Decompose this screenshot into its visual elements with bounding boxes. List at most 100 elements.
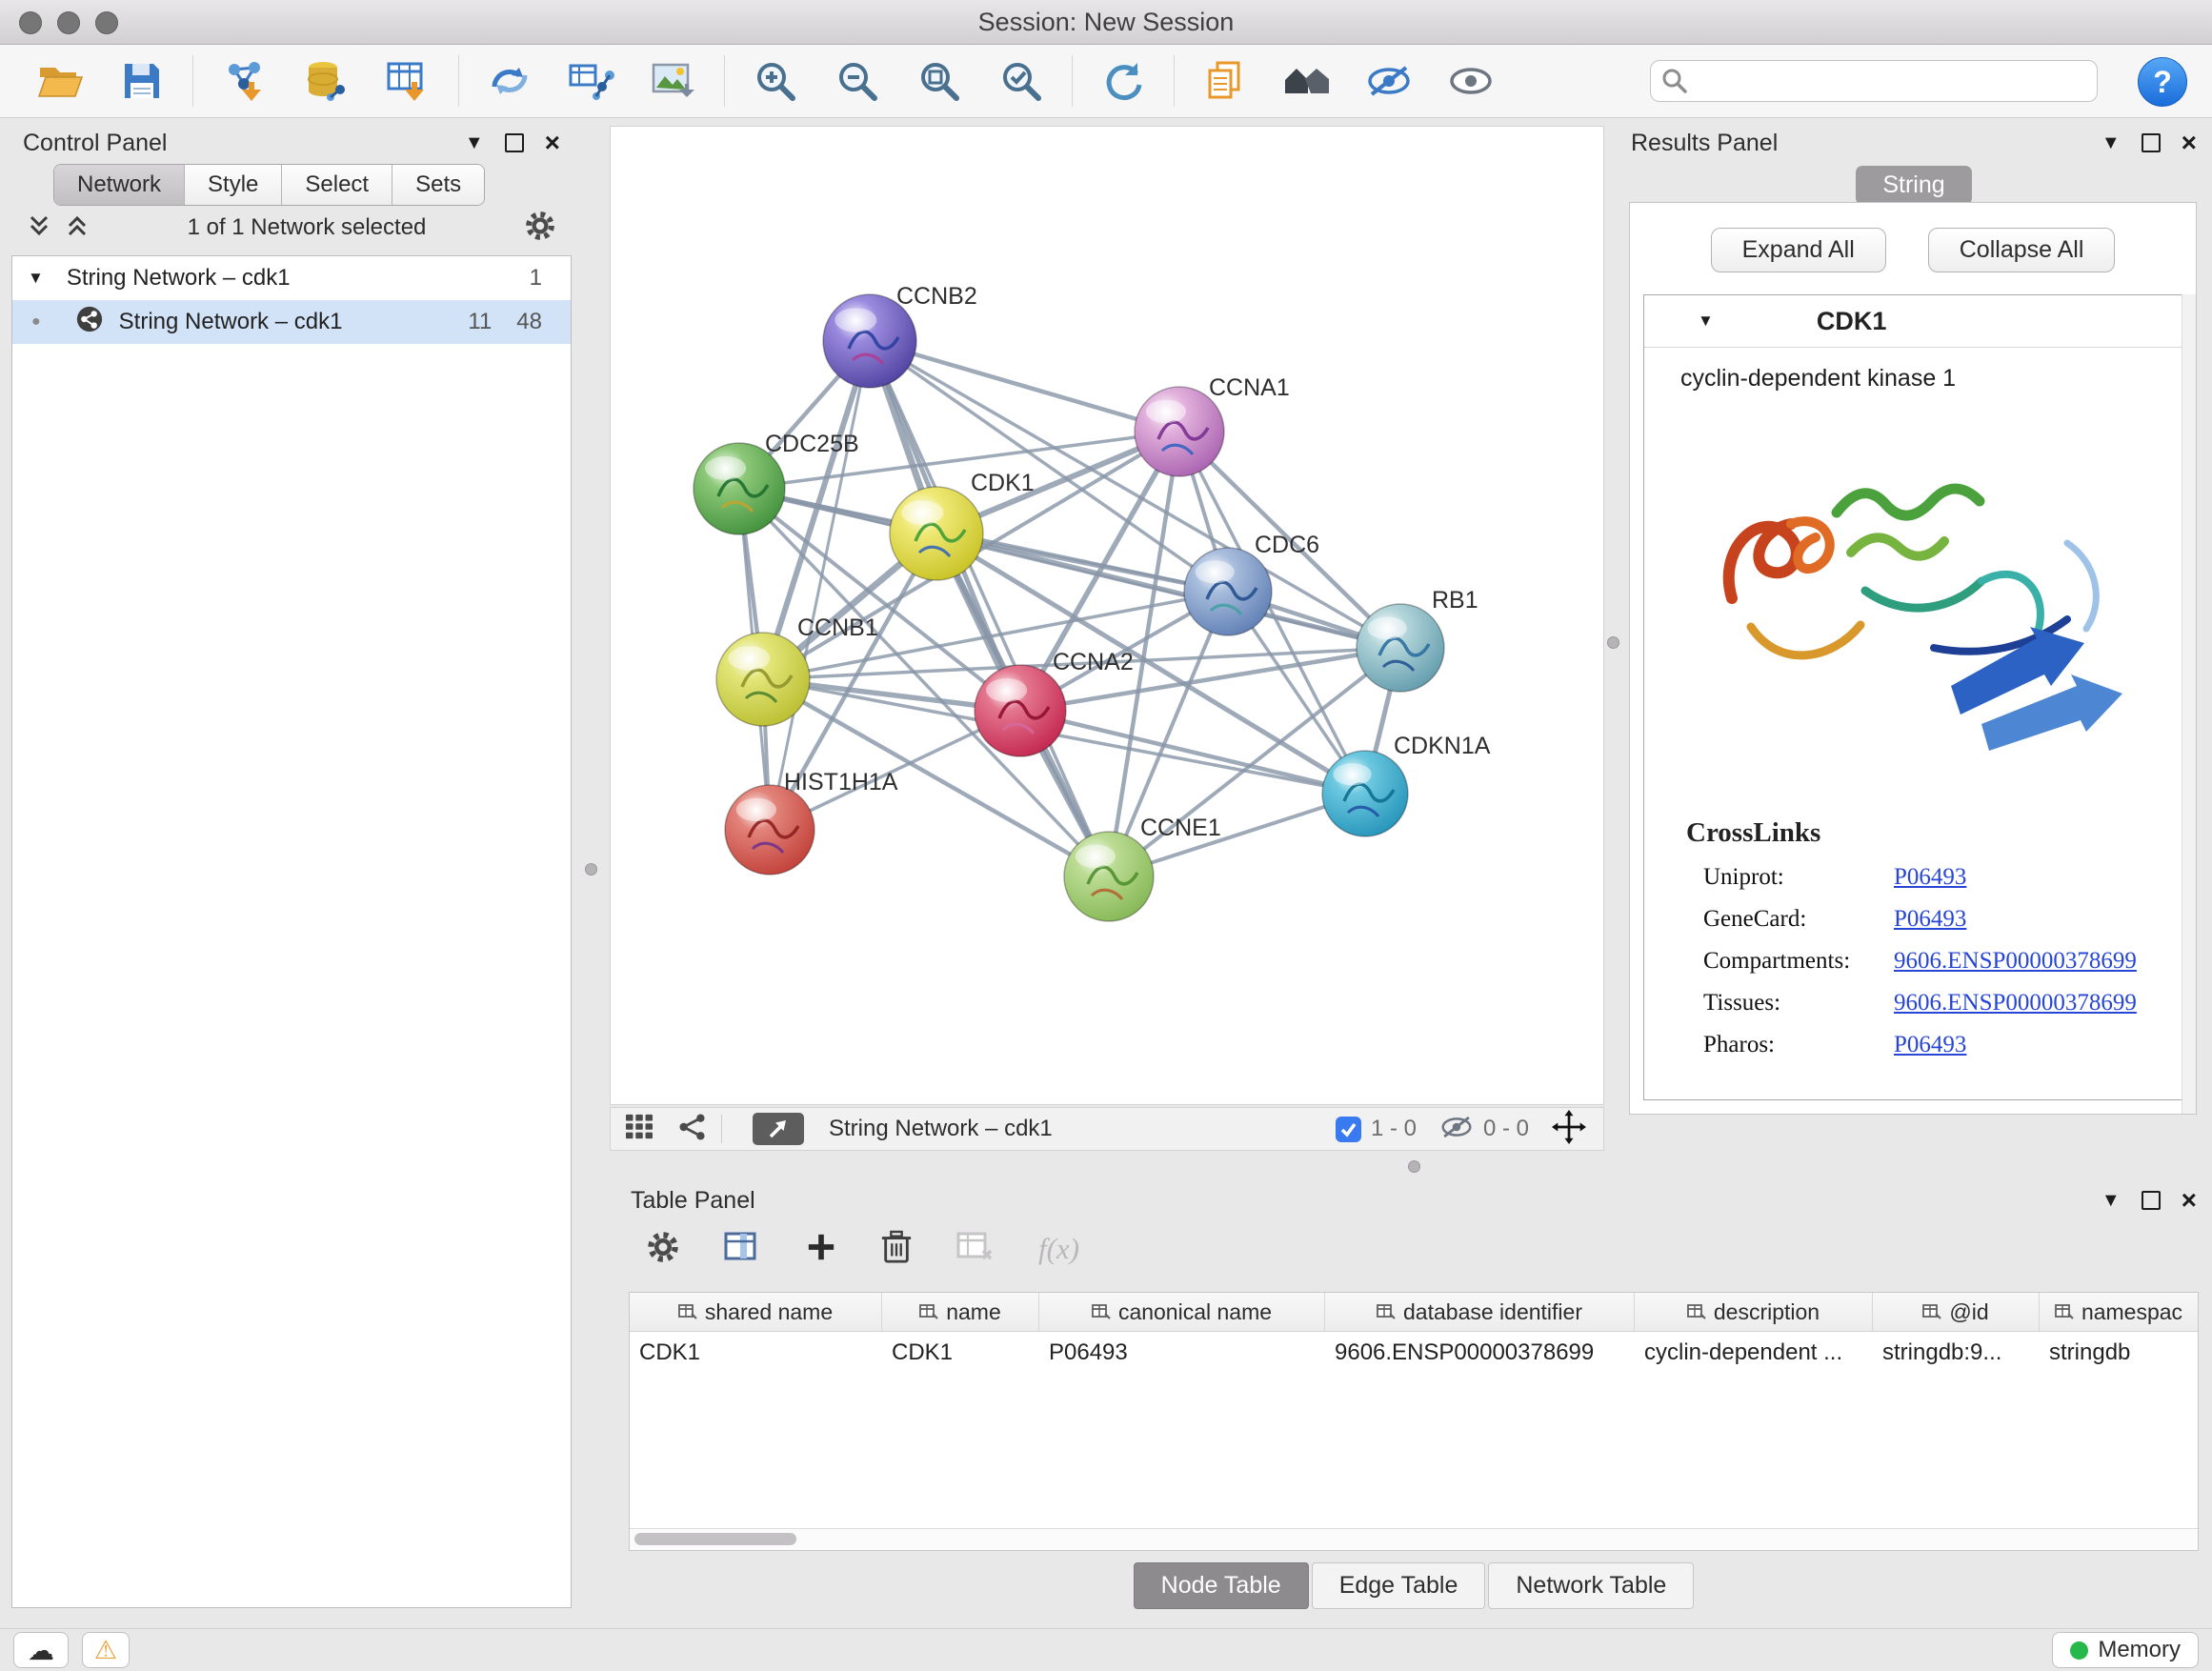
panel-float-icon[interactable] [2142, 133, 2161, 152]
pan-crosshair-icon[interactable] [1552, 1110, 1586, 1149]
vertical-scrollbar[interactable] [2182, 294, 2196, 1114]
show-column-icon[interactable] [724, 1230, 762, 1269]
tab-string[interactable]: String [1856, 166, 1971, 205]
splitter-handle[interactable] [1607, 636, 1619, 649]
crosslink-link[interactable]: P06493 [1894, 906, 1966, 933]
first-neighbors-button[interactable] [1266, 50, 1348, 111]
splitter-handle[interactable] [585, 863, 597, 876]
new-network-from-selection-button[interactable] [551, 50, 633, 111]
network-node[interactable] [1184, 548, 1272, 635]
gene-card-header[interactable]: ▼ CDK1 [1644, 295, 2182, 348]
network-edge[interactable] [770, 341, 870, 830]
open-session-button[interactable] [19, 50, 101, 111]
collapse-all-icon[interactable] [27, 213, 51, 243]
delete-column-trash-icon[interactable] [880, 1229, 913, 1270]
network-node[interactable] [1357, 604, 1444, 692]
network-share-icon[interactable] [677, 1114, 708, 1145]
close-window-button[interactable] [19, 11, 42, 34]
disclosure-triangle-icon[interactable]: ▼ [28, 269, 44, 288]
table-row[interactable]: CDK1 CDK1 P06493 9606.ENSP00000378699 cy… [630, 1332, 2198, 1374]
panel-float-icon[interactable] [2142, 1191, 2161, 1210]
hide-selected-button[interactable] [1348, 50, 1430, 111]
panel-collapse-icon[interactable]: ▼ [465, 133, 484, 152]
help-button[interactable]: ? [2138, 57, 2187, 107]
table-settings-gear-icon[interactable] [646, 1230, 680, 1269]
panel-float-icon[interactable] [505, 133, 524, 152]
network-node[interactable] [716, 633, 810, 726]
tab-node-table[interactable]: Node Table [1134, 1562, 1309, 1609]
column-header-canonical-name[interactable]: canonical name [1039, 1293, 1325, 1331]
tab-sets[interactable]: Sets [392, 165, 484, 205]
tab-select[interactable]: Select [282, 165, 392, 205]
column-header-namespace[interactable]: namespac [2040, 1293, 2198, 1331]
show-all-button[interactable] [1430, 50, 1512, 111]
zoom-window-button[interactable] [95, 11, 118, 34]
panel-close-icon[interactable]: × [545, 130, 560, 156]
apply-layout-button[interactable] [1082, 50, 1164, 111]
expand-all-icon[interactable] [65, 213, 90, 243]
network-edge[interactable] [870, 341, 1179, 432]
column-header-database-identifier[interactable]: database identifier [1325, 1293, 1635, 1331]
cloud-button[interactable]: ☁ [13, 1632, 69, 1668]
selected-checkbox-icon[interactable] [1336, 1117, 1361, 1142]
zoom-out-button[interactable] [816, 50, 898, 111]
tab-edge-table[interactable]: Edge Table [1312, 1562, 1486, 1609]
crosslink-link[interactable]: P06493 [1894, 864, 1966, 891]
panel-close-icon[interactable]: × [2182, 1187, 2197, 1214]
splitter-handle[interactable] [1408, 1160, 1420, 1173]
table-header-row: shared name name canonical name database… [630, 1293, 2198, 1332]
crosslink-link[interactable]: 9606.ENSP00000378699 [1894, 948, 2137, 975]
network-node-label: CCNA2 [1053, 649, 1134, 675]
network-view-canvas[interactable]: CCNB2CCNA1CDC25BCDK1CDC6RB1CCNB1CCNA2CDK… [610, 126, 1604, 1105]
gene-detail-card: ▼ CDK1 cyclin-dependent kinase 1 [1643, 294, 2182, 1100]
import-table-from-file-button[interactable] [367, 50, 449, 111]
network-node[interactable] [975, 665, 1066, 756]
network-node[interactable] [725, 785, 814, 875]
tab-network-table[interactable]: Network Table [1488, 1562, 1694, 1609]
copy-document-button[interactable] [1184, 50, 1266, 111]
network-row-selected[interactable]: ● String Network – cdk1 11 48 [12, 300, 571, 344]
clone-network-button[interactable] [469, 50, 551, 111]
network-collection-row[interactable]: ▼ String Network – cdk1 1 [12, 256, 571, 300]
horizontal-scrollbar[interactable] [630, 1528, 2198, 1550]
network-node[interactable] [1322, 751, 1408, 836]
search-input[interactable] [1650, 60, 2098, 102]
network-edge[interactable] [1020, 711, 1365, 794]
tab-network[interactable]: Network [54, 165, 185, 205]
column-header-name[interactable]: name [882, 1293, 1039, 1331]
network-node[interactable] [1064, 832, 1154, 921]
zoom-selected-button[interactable] [980, 50, 1062, 111]
column-header-id[interactable]: @id [1873, 1293, 2040, 1331]
minimize-window-button[interactable] [57, 11, 80, 34]
gear-icon[interactable] [524, 210, 556, 247]
column-label: name [946, 1299, 1001, 1325]
column-header-description[interactable]: description [1635, 1293, 1873, 1331]
network-graph[interactable]: CCNB2CCNA1CDC25BCDK1CDC6RB1CCNB1CCNA2CDK… [611, 127, 1603, 1104]
import-network-from-database-button[interactable] [285, 50, 367, 111]
panel-close-icon[interactable]: × [2182, 130, 2197, 156]
network-node-label: CCNA1 [1209, 374, 1290, 401]
tab-style[interactable]: Style [185, 165, 282, 205]
panel-collapse-icon[interactable]: ▼ [2101, 1191, 2121, 1210]
disclosure-triangle-icon[interactable]: ▼ [1698, 312, 1714, 331]
network-edge[interactable] [870, 341, 1109, 876]
warnings-button[interactable]: ⚠ [82, 1632, 130, 1668]
export-image-button[interactable] [633, 50, 714, 111]
panel-collapse-icon[interactable]: ▼ [2101, 133, 2121, 152]
crosslink-link[interactable]: 9606.ENSP00000378699 [1894, 990, 2137, 1017]
collapse-all-button[interactable]: Collapse All [1928, 228, 2116, 272]
crosslink-link[interactable]: P06493 [1894, 1032, 1966, 1058]
birds-eye-view-icon[interactable] [624, 1114, 654, 1145]
zoom-fit-content-button[interactable] [898, 50, 980, 111]
memory-button[interactable]: Memory [2052, 1632, 2199, 1668]
network-node[interactable] [890, 487, 983, 580]
column-header-shared-name[interactable]: shared name [630, 1293, 882, 1331]
zoom-in-button[interactable] [734, 50, 816, 111]
scrollbar-thumb[interactable] [634, 1533, 796, 1545]
expand-all-button[interactable]: Expand All [1711, 228, 1886, 272]
create-column-plus-icon[interactable] [806, 1232, 836, 1267]
import-network-from-file-button[interactable] [203, 50, 285, 111]
open-in-new-window-button[interactable] [753, 1113, 804, 1145]
save-session-button[interactable] [101, 50, 183, 111]
hidden-eye-slash-icon[interactable] [1439, 1113, 1474, 1146]
